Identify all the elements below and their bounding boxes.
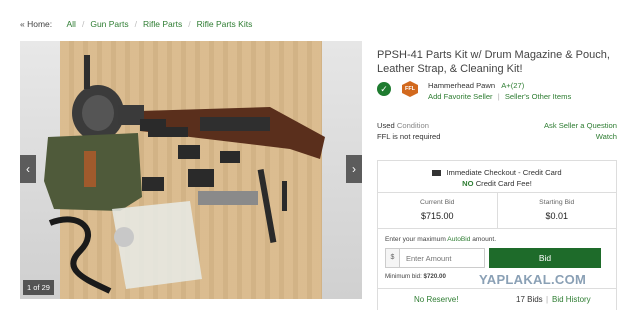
dollar-prefix: $ [385, 248, 399, 268]
image-counter: 1 of 29 [23, 280, 54, 295]
gun-part-image [178, 145, 200, 159]
credit-card-icon [432, 170, 442, 176]
breadcrumb-all[interactable]: All [67, 19, 76, 29]
checkout-label: Immediate Checkout - Credit Card [446, 168, 562, 177]
gun-part-image [142, 177, 164, 191]
breadcrumb: « Home: All / Gun Parts / Rifle Parts / … [20, 19, 252, 29]
condition-block: Used Condition FFL is not required [377, 120, 440, 142]
gun-part-image [200, 117, 270, 131]
current-bid-value: $715.00 [420, 211, 454, 221]
gun-part-image [148, 127, 188, 137]
barrel-image [84, 55, 90, 89]
breadcrumb-rifle-parts-kits[interactable]: Rifle Parts Kits [197, 19, 253, 29]
seller-block: ✓ FFL Hammerhead Pawn A+(27) Add Favorit… [377, 80, 571, 102]
breadcrumb-separator: / [81, 19, 85, 29]
condition-value: Used [377, 121, 395, 130]
seller-name[interactable]: Hammerhead Pawn [428, 81, 495, 90]
bid-history-link[interactable]: Bid History [552, 295, 591, 304]
ask-question-link[interactable]: Ask Seller a Question [544, 120, 617, 131]
verified-check-icon: ✓ [377, 82, 391, 96]
seller-rating[interactable]: A+(27) [501, 81, 524, 90]
chevron-left-icon[interactable]: ‹ [20, 155, 36, 183]
breadcrumb-separator: / [188, 19, 191, 29]
bid-amount-input[interactable] [399, 248, 485, 268]
bid-footer: No Reserve! 17 Bids | Bid History [378, 288, 616, 310]
breadcrumb-separator [58, 19, 60, 29]
image-gallery[interactable]: ‹ › 1 of 29 [20, 41, 362, 299]
checkout-banner: Immediate Checkout - Credit Card NO Cred… [378, 161, 616, 193]
starting-bid-label: Starting Bid [539, 199, 575, 206]
gun-part-image [257, 169, 277, 243]
bid-summary: Current Bid $715.00 Starting Bid $0.01 [378, 193, 616, 229]
bid-box: Immediate Checkout - Credit Card NO Cred… [377, 160, 617, 310]
gun-part-image [198, 191, 258, 205]
gun-part-image [220, 151, 240, 163]
gun-part-image [188, 169, 214, 187]
condition-label: Condition [396, 121, 429, 130]
breadcrumb-separator: / [134, 19, 137, 29]
watermark: YAPLAKAL.COM [477, 272, 589, 287]
no-fee-text: Credit Card Fee! [475, 179, 532, 188]
listing-title: PPSH-41 Parts Kit w/ Drum Magazine & Pou… [377, 49, 610, 75]
seller-other-items-link[interactable]: Seller's Other Items [505, 92, 571, 101]
autobid-instructions: Enter your maximum AutoBid amount. [385, 236, 497, 243]
chevron-right-icon[interactable]: › [346, 155, 362, 183]
starting-bid-value: $0.01 [545, 211, 569, 221]
no-reserve-label: No Reserve! [414, 295, 459, 304]
product-photo [44, 55, 325, 294]
current-bid-label: Current Bid [420, 199, 455, 206]
bids-count: 17 Bids [516, 295, 543, 304]
gun-part-image [282, 181, 287, 211]
leather-strap-image [48, 216, 112, 294]
bid-button[interactable]: Bid [489, 248, 601, 268]
breadcrumb-home[interactable]: « Home: [20, 19, 52, 29]
ffl-badge-icon: FFL [402, 81, 418, 97]
seller-actions: Ask Seller a Question Watch [544, 120, 617, 142]
no-fee-strong: NO [462, 179, 474, 188]
autobid-link[interactable]: AutoBid [447, 236, 470, 243]
bid-entry-row: $ Bid [385, 248, 616, 268]
breadcrumb-gun-parts[interactable]: Gun Parts [90, 19, 128, 29]
watch-link[interactable]: Watch [544, 131, 617, 142]
add-favorite-seller-link[interactable]: Add Favorite Seller [428, 92, 493, 101]
breadcrumb-rifle-parts[interactable]: Rifle Parts [143, 19, 182, 29]
link-separator: | [546, 295, 549, 304]
link-separator: | [497, 92, 500, 101]
ffl-note: FFL is not required [377, 132, 441, 141]
